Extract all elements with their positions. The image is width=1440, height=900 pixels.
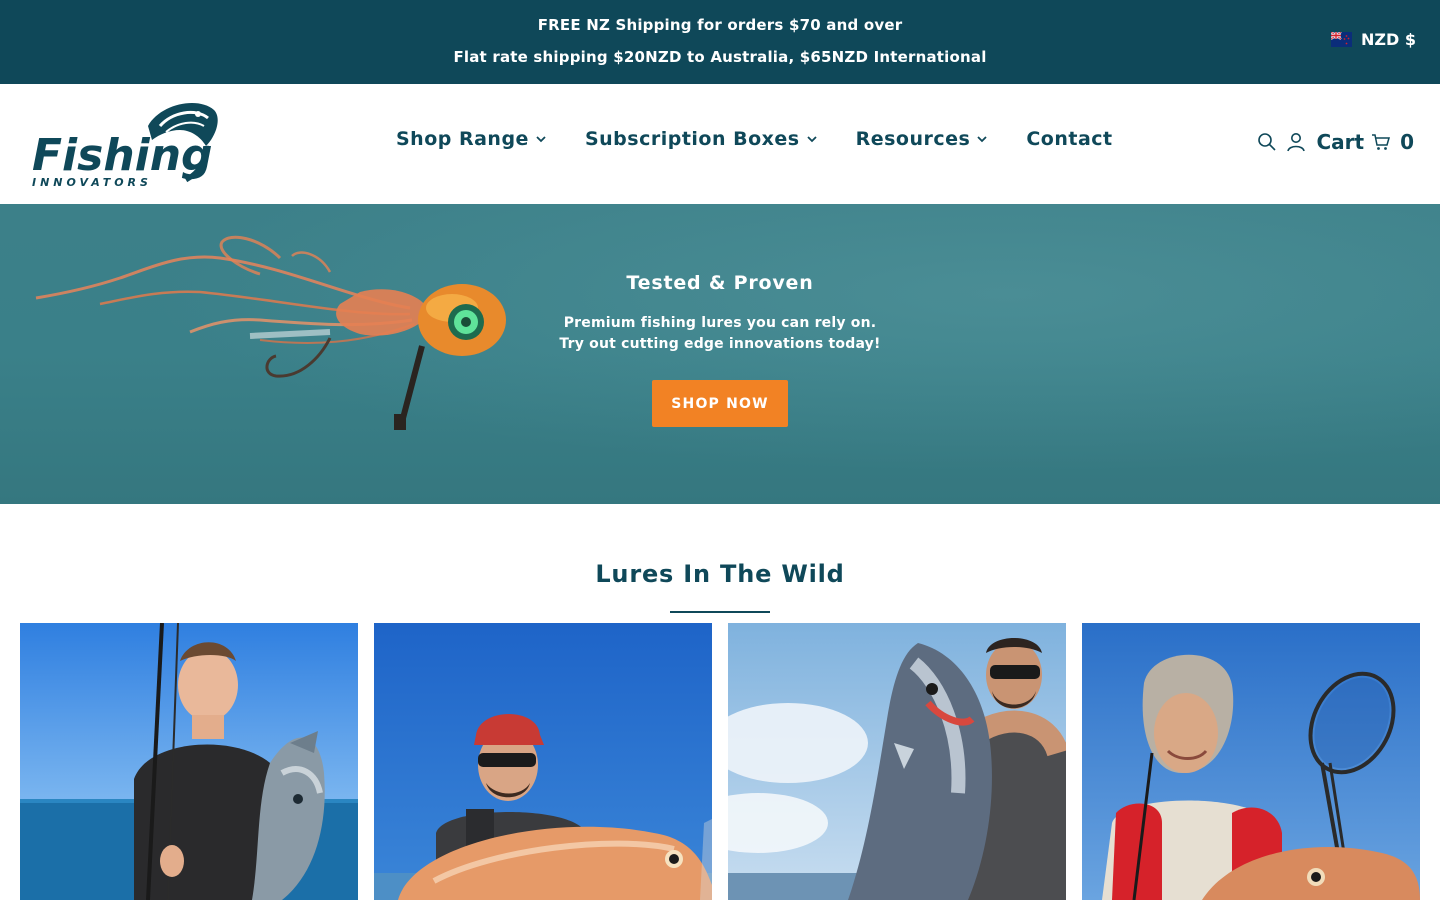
site-header: Fishing INNOVATORS Shop Range Subscripti… [0,84,1440,204]
angler-photo [728,623,1066,900]
nav-label: Subscription Boxes [584,128,800,150]
section-divider [670,611,770,613]
gallery-photo-1[interactable] [20,623,358,900]
gallery-photo-4[interactable] [1082,623,1420,900]
angler-photo [20,623,358,900]
nz-flag-icon [1331,32,1353,47]
nav-label: Resources [855,128,971,150]
logo[interactable]: Fishing INNOVATORS [30,96,220,189]
angler-photo [1082,623,1420,900]
cart-label: Cart [1316,130,1365,154]
shop-now-button[interactable]: SHOP NOW [652,380,788,427]
announcement-line-1: FREE NZ Shipping for orders $70 and over [537,16,903,34]
cart-button[interactable]: Cart 0 [1316,130,1414,154]
hero-subtitle: Premium fishing lures you can rely on. T… [0,313,1440,355]
hero-banner: Tested & Proven Premium fishing lures yo… [0,204,1440,504]
currency-selector[interactable]: NZD $ [1331,30,1416,49]
main-nav: Shop Range Subscription Boxes Resources … [396,128,1152,150]
header-tools: Cart 0 [1257,130,1414,154]
cart-icon [1372,134,1391,150]
chevron-down-icon [977,136,987,143]
logo-wordmark: Fishing [32,130,213,181]
gallery-photo-3[interactable] [728,623,1066,900]
account-icon[interactable] [1286,132,1306,152]
logo-tagline: INNOVATORS [32,176,152,188]
nav-label: Contact [1026,128,1113,150]
nav-shop-range[interactable]: Shop Range [396,128,546,150]
hero-subtitle-line-2: Try out cutting edge innovations today! [559,336,881,352]
cart-count: 0 [1400,130,1414,154]
gallery-photo-2[interactable] [374,623,712,900]
section-title: Lures In The Wild [595,560,845,588]
currency-label: NZD $ [1361,30,1416,49]
announcement-line-2: Flat rate shipping $20NZD to Australia, … [453,48,987,66]
chevron-down-icon [806,136,817,143]
logo-fish-icon: Fishing INNOVATORS [32,103,218,189]
search-icon[interactable] [1257,132,1277,152]
hero-subtitle-line-1: Premium fishing lures you can rely on. [563,315,877,331]
angler-photo [374,623,712,900]
nav-label: Shop Range [396,128,529,150]
chevron-down-icon [536,136,546,143]
nav-subscription-boxes[interactable]: Subscription Boxes [585,128,817,150]
announcement-bar: FREE NZ Shipping for orders $70 and over… [0,0,1440,84]
hero-title: Tested & Proven [626,272,814,294]
nav-resources[interactable]: Resources [856,128,988,150]
nav-contact[interactable]: Contact [1026,128,1112,150]
